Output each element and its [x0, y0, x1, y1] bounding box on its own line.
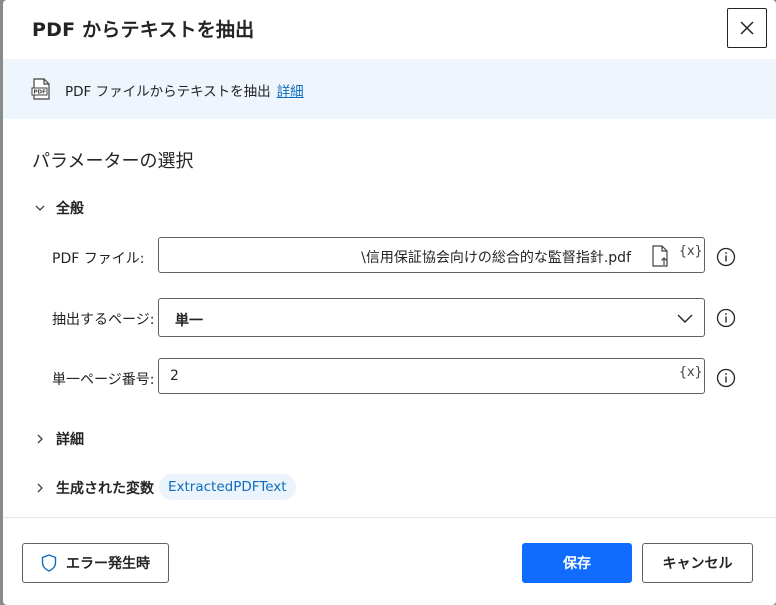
dialog-header: PDF からテキストを抽出	[3, 0, 776, 58]
cancel-button[interactable]: キャンセル	[642, 543, 753, 583]
close-icon	[740, 21, 754, 35]
chevron-down-icon	[33, 201, 47, 215]
dialog-title: PDF からテキストを抽出	[32, 19, 255, 41]
pdf-file-value: \信用保証協会向けの総合的な監督指針.pdf	[361, 250, 631, 266]
footer-divider	[3, 517, 776, 518]
file-upload-icon[interactable]	[651, 245, 669, 267]
pdf-file-icon: PDF	[31, 78, 50, 100]
pdf-file-input[interactable]: \信用保証協会向けの総合的な監督指針.pdf {x}	[158, 237, 705, 273]
pages-value: 単一	[175, 313, 203, 329]
save-button[interactable]: 保存	[522, 543, 632, 583]
details-link[interactable]: 詳細	[277, 84, 304, 100]
chevron-right-icon	[33, 481, 47, 495]
details-group-header[interactable]: 詳細	[33, 429, 84, 449]
general-group-header[interactable]: 全般	[33, 198, 84, 218]
close-button[interactable]	[727, 8, 767, 48]
shield-icon	[41, 554, 57, 572]
on-error-label: エラー発生時	[66, 556, 150, 572]
on-error-button[interactable]: エラー発生時	[22, 543, 169, 583]
chevron-right-icon	[33, 432, 47, 446]
pages-label: 抽出するページ:	[52, 312, 155, 328]
info-text: PDF ファイルからテキストを抽出 詳細	[65, 80, 304, 100]
svg-text:PDF: PDF	[34, 90, 47, 96]
page-number-input[interactable]: 2 {x}	[158, 358, 705, 394]
variables-group-header[interactable]: 生成された変数	[33, 478, 154, 498]
pdf-file-label: PDF ファイル:	[52, 251, 145, 267]
info-banner: PDF PDF ファイルからテキストを抽出 詳細	[3, 59, 776, 119]
page-number-value: 2	[170, 368, 179, 384]
info-icon[interactable]	[716, 308, 736, 328]
variable-icon[interactable]: {x}	[679, 244, 702, 259]
extract-text-dialog: PDF からテキストを抽出 PDF PDF ファイルからテキストを抽出 詳細 パラ…	[3, 0, 776, 605]
general-group-label: 全般	[56, 201, 84, 217]
details-group-label: 詳細	[56, 432, 84, 448]
chevron-down-icon	[677, 314, 693, 323]
parameters-title: パラメーターの選択	[32, 151, 194, 172]
variable-icon[interactable]: {x}	[679, 365, 702, 380]
info-icon[interactable]	[716, 247, 736, 267]
info-icon[interactable]	[716, 368, 736, 388]
info-description: PDF ファイルからテキストを抽出	[65, 84, 271, 100]
variables-group-label: 生成された変数	[56, 481, 154, 497]
page-number-label: 単一ページ番号:	[52, 372, 155, 388]
variable-pill[interactable]: ExtractedPDFText	[159, 474, 296, 500]
pages-dropdown[interactable]: 単一	[158, 298, 705, 337]
